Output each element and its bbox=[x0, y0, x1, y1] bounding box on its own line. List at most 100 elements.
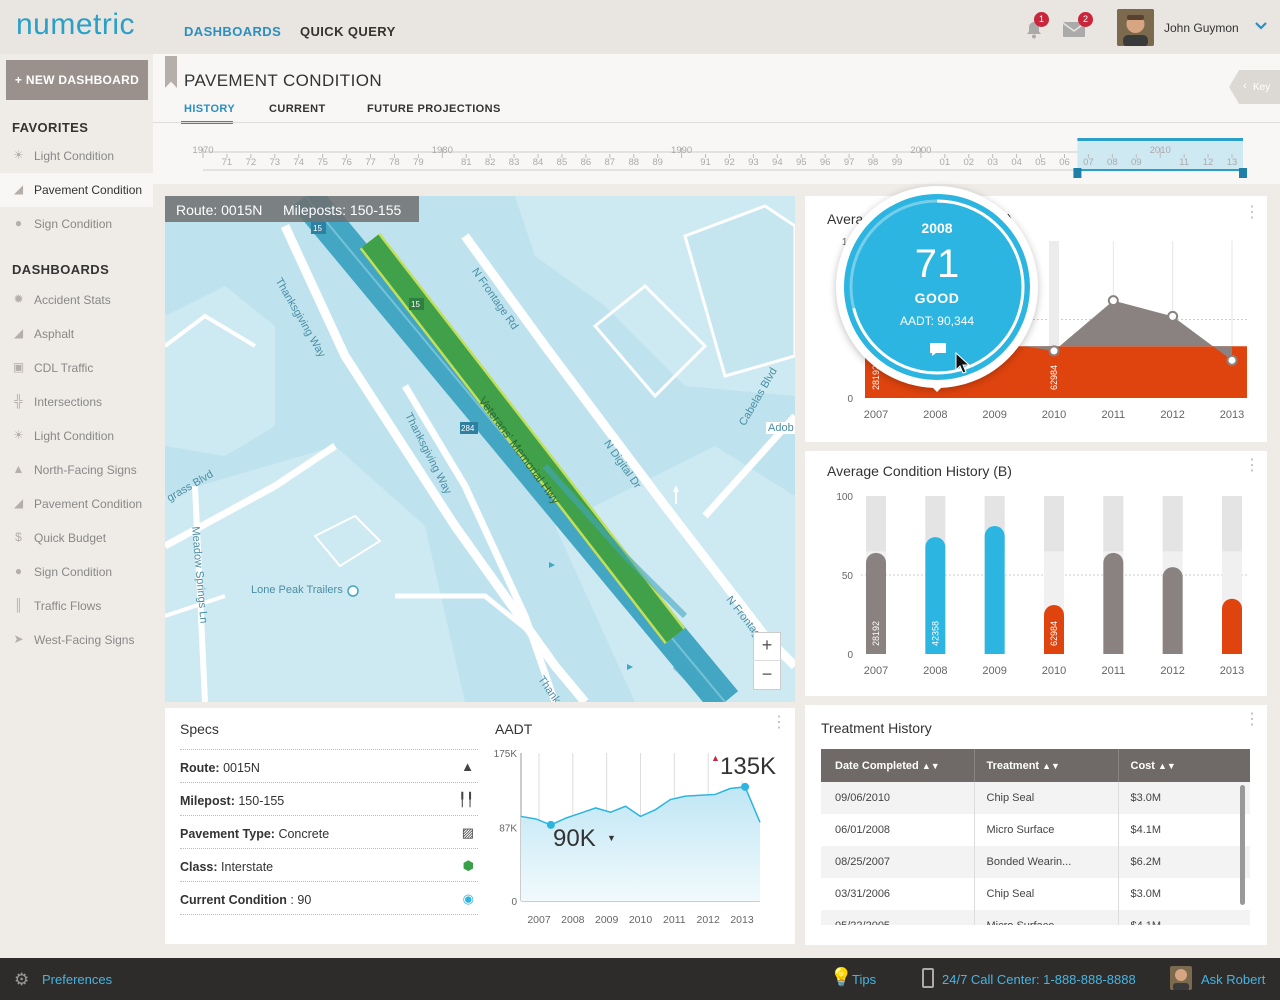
timeline-year-label[interactable]: 74 bbox=[293, 157, 304, 168]
timeline-year-label[interactable]: 06 bbox=[1059, 157, 1070, 168]
timeline-year-label[interactable]: 03 bbox=[987, 157, 998, 168]
user-menu-chevron-down-icon[interactable] bbox=[1255, 20, 1267, 34]
timeline-year-label[interactable]: 08 bbox=[1107, 157, 1118, 168]
timeline-year-label[interactable]: 07 bbox=[1083, 157, 1094, 168]
timeline-handle[interactable] bbox=[1239, 168, 1247, 178]
comment-icon[interactable] bbox=[930, 343, 946, 356]
zoom-in-button[interactable]: + bbox=[753, 632, 781, 661]
timeline-handle[interactable] bbox=[1073, 168, 1082, 178]
timeline-year-label[interactable]: 94 bbox=[772, 157, 783, 168]
sidebar-item-cdl-traffic[interactable]: ▣ CDL Traffic bbox=[0, 351, 153, 385]
sidebar-item-sign-condition[interactable]: ● Sign Condition bbox=[0, 555, 153, 589]
favorite-item-sign-condition[interactable]: ● Sign Condition bbox=[0, 207, 153, 241]
key-button[interactable]: ‹ Key bbox=[1229, 70, 1280, 104]
data-point[interactable] bbox=[1226, 354, 1238, 366]
timeline-year-label[interactable]: 87 bbox=[605, 157, 616, 168]
timeline-year-label[interactable]: 78 bbox=[389, 157, 400, 168]
treatment-menu-icon[interactable]: ⋮ bbox=[1244, 712, 1260, 733]
timeline-year-label[interactable]: 92 bbox=[724, 157, 735, 168]
chevron-left-icon: ‹ bbox=[1243, 80, 1247, 92]
sidebar-item-pavement-condition[interactable]: ◢ Pavement Condition bbox=[0, 487, 153, 521]
user-name[interactable]: John Guymon bbox=[1164, 21, 1239, 35]
map[interactable]: Route: 0015N Mileposts: 150-155 Thanksgi… bbox=[165, 196, 795, 702]
timeline-year-label[interactable]: 98 bbox=[868, 157, 879, 168]
bar[interactable] bbox=[1222, 598, 1242, 654]
timeline-year-label[interactable]: 12 bbox=[1203, 157, 1214, 168]
timeline-year-label[interactable]: 79 bbox=[413, 157, 424, 168]
timeline-year-label[interactable]: 09 bbox=[1131, 157, 1142, 168]
aadt-menu-icon[interactable]: ⋮ bbox=[771, 715, 787, 736]
sidebar-item-accident-stats[interactable]: ✹ Accident Stats bbox=[0, 283, 153, 317]
timeline-year-label[interactable]: 95 bbox=[796, 157, 807, 168]
spec-row: Current Condition : 90 ◉ bbox=[180, 881, 478, 914]
timeline-year-label[interactable]: 82 bbox=[485, 157, 496, 168]
table-row[interactable]: 03/31/2006 Chip Seal $3.0M bbox=[821, 878, 1250, 910]
timeline-year-label[interactable]: 81 bbox=[461, 157, 472, 168]
sidebar-item-intersections[interactable]: ╬ Intersections bbox=[0, 385, 153, 419]
timeline-year-label[interactable]: 93 bbox=[748, 157, 759, 168]
nav-quick-query[interactable]: QUICK QUERY bbox=[300, 24, 396, 39]
column-header-treatment[interactable]: Treatment ▲▼ bbox=[974, 749, 1119, 782]
timeline-year-label[interactable]: 02 bbox=[963, 157, 974, 168]
timeline-year-label[interactable]: 11 bbox=[1179, 157, 1189, 168]
timeline[interactable]: 1970 71 72 73 74 75 76 77 78 79 1980 81 82 83 84 85 86 87… bbox=[153, 124, 1280, 184]
sidebar-item-quick-budget[interactable]: $ Quick Budget bbox=[0, 521, 153, 555]
call-center-link[interactable]: 24/7 Call Center: 1-888-888-8888 bbox=[942, 972, 1136, 987]
timeline-year-label[interactable]: 75 bbox=[317, 157, 328, 168]
aadt-high-point[interactable] bbox=[741, 782, 750, 791]
timeline-year-label[interactable]: 13 bbox=[1227, 157, 1238, 168]
user-avatar[interactable] bbox=[1117, 9, 1154, 46]
timeline-year-label[interactable]: 04 bbox=[1011, 157, 1022, 168]
timeline-year-label[interactable]: 72 bbox=[246, 157, 257, 168]
gear-icon[interactable]: ⚙ bbox=[14, 970, 29, 990]
favorite-item-pavement-condition[interactable]: ◢ Pavement Condition bbox=[0, 173, 153, 207]
sidebar-item-west-facing-signs[interactable]: ➤ West-Facing Signs bbox=[0, 623, 153, 657]
sidebar-item-light-condition[interactable]: ☀ Light Condition bbox=[0, 419, 153, 453]
timeline-year-label[interactable]: 96 bbox=[820, 157, 831, 168]
column-header-cost[interactable]: Cost ▲▼ bbox=[1118, 749, 1250, 782]
timeline-year-label[interactable]: 99 bbox=[892, 157, 903, 168]
timeline-year-label[interactable]: 77 bbox=[365, 157, 376, 168]
timeline-year-label[interactable]: 05 bbox=[1035, 157, 1046, 168]
timeline-year-label[interactable]: 71 bbox=[222, 157, 233, 168]
timeline-year-label[interactable]: 91 bbox=[700, 157, 711, 168]
timeline-year-label[interactable]: 89 bbox=[652, 157, 663, 168]
table-row[interactable]: 06/01/2008 Micro Surface $4.1M bbox=[821, 814, 1250, 846]
timeline-year-label[interactable]: 84 bbox=[533, 157, 544, 168]
chart-b-plot[interactable]: 0 50 100 28192 2007 42358 2008 2009 62984 2010 201… bbox=[805, 451, 1267, 696]
timeline-scale[interactable]: 1970 71 72 73 74 75 76 77 78 79 1980 81 82 83 84 85 86 87… bbox=[153, 124, 1280, 184]
data-point[interactable] bbox=[1167, 310, 1179, 322]
table-row[interactable]: 09/06/2010 Chip Seal $3.0M bbox=[821, 782, 1250, 814]
nav-dashboards[interactable]: DASHBOARDS bbox=[184, 24, 281, 39]
timeline-year-label[interactable]: 97 bbox=[844, 157, 855, 168]
new-dashboard-button[interactable]: + NEW DASHBOARD bbox=[6, 60, 148, 100]
app-logo[interactable]: numetric bbox=[16, 8, 135, 42]
data-point[interactable] bbox=[1107, 295, 1119, 307]
column-header-date[interactable]: Date Completed ▲▼ bbox=[821, 749, 975, 782]
tab-current[interactable]: CURRENT bbox=[269, 103, 326, 115]
timeline-year-label[interactable]: 86 bbox=[581, 157, 592, 168]
table-scrollbar[interactable] bbox=[1240, 785, 1245, 905]
tips-link[interactable]: Tips bbox=[852, 972, 876, 987]
zoom-out-button[interactable]: − bbox=[753, 661, 781, 690]
data-point[interactable] bbox=[1048, 345, 1060, 357]
sidebar-item-north-facing-signs[interactable]: ▲ North-Facing Signs bbox=[0, 453, 153, 487]
table-row[interactable]: 08/25/2007 Bonded Wearin... $6.2M bbox=[821, 846, 1250, 878]
tab-future-projections[interactable]: FUTURE PROJECTIONS bbox=[367, 103, 501, 115]
timeline-year-label[interactable]: 88 bbox=[628, 157, 639, 168]
bar[interactable] bbox=[984, 526, 1005, 654]
bar[interactable] bbox=[1103, 552, 1124, 654]
timeline-year-label[interactable]: 83 bbox=[509, 157, 520, 168]
sidebar-item-asphalt[interactable]: ◢ Asphalt bbox=[0, 317, 153, 351]
timeline-year-label[interactable]: 76 bbox=[341, 157, 352, 168]
ask-robert-link[interactable]: Ask Robert bbox=[1201, 972, 1265, 987]
timeline-year-label[interactable]: 73 bbox=[270, 157, 281, 168]
timeline-year-label[interactable]: 01 bbox=[940, 157, 951, 168]
table-row[interactable]: 05/22/2005Micro Surface$4.1M bbox=[821, 910, 1250, 925]
sidebar-item-traffic-flows[interactable]: ║ Traffic Flows bbox=[0, 589, 153, 623]
timeline-year-label[interactable]: 85 bbox=[557, 157, 568, 168]
tab-history[interactable]: HISTORY bbox=[184, 103, 235, 115]
preferences-link[interactable]: Preferences bbox=[42, 972, 112, 987]
favorite-item-light-condition[interactable]: ☀ Light Condition bbox=[0, 139, 153, 173]
bar[interactable] bbox=[1162, 567, 1183, 654]
